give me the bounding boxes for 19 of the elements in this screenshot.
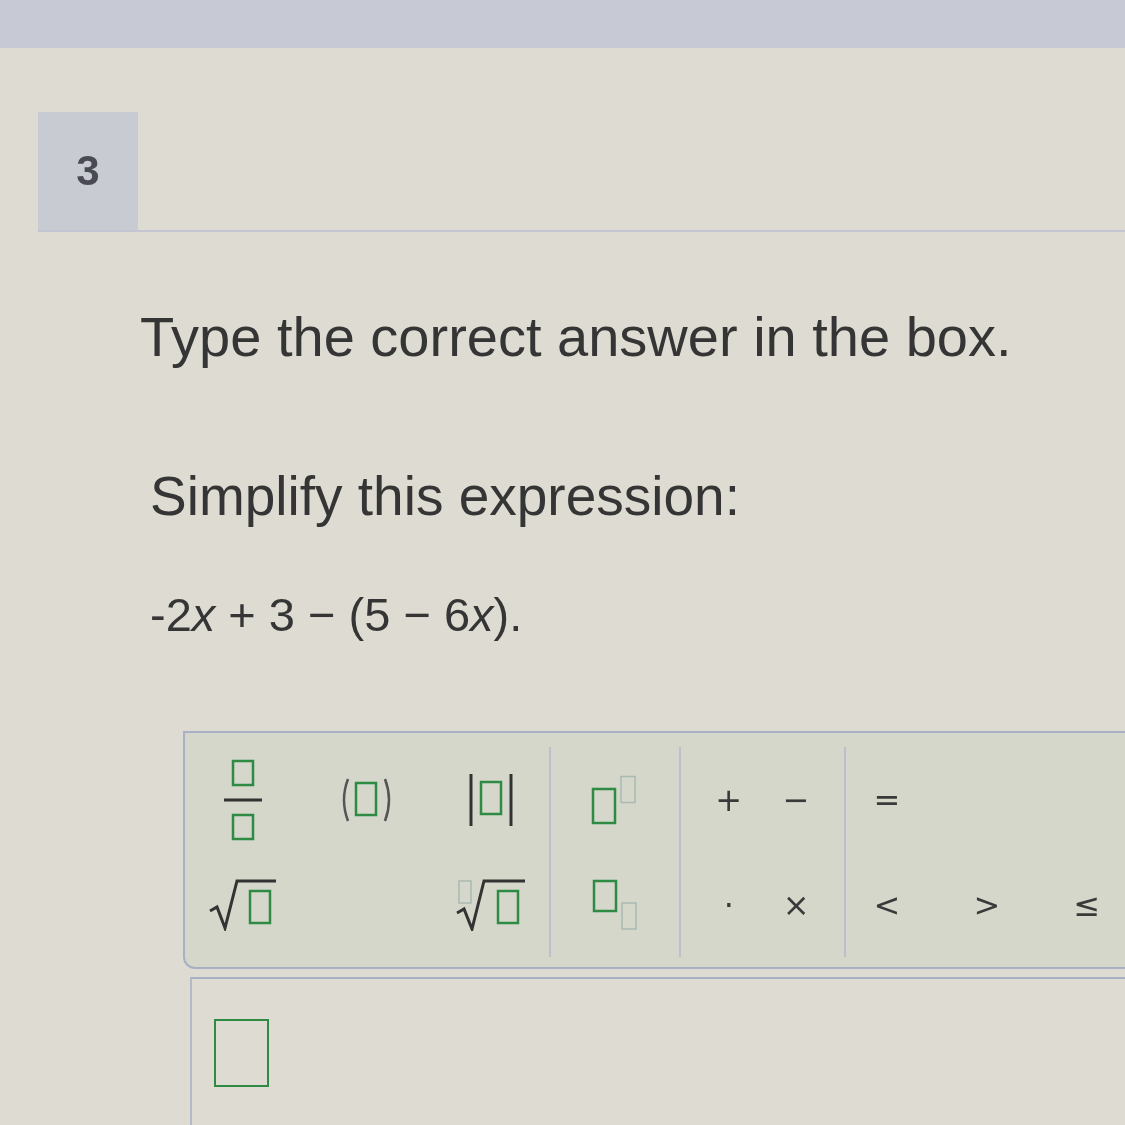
symbol-button[interactable]: + <box>695 771 763 828</box>
symbol-button[interactable]: ≤ <box>1052 876 1122 933</box>
symbol-button[interactable]: × <box>762 876 830 933</box>
subscript-icon <box>592 878 638 931</box>
square-root-icon <box>209 878 277 931</box>
symbol-button[interactable]: = <box>852 771 922 828</box>
nth-root-icon <box>456 878 526 931</box>
superscript-icon <box>591 774 639 825</box>
prompt-text: Simplify this expression: <box>150 464 741 528</box>
absolute-value-icon <box>468 773 514 826</box>
question-number: 3 <box>38 112 138 230</box>
symbol-button[interactable]: > <box>952 876 1022 933</box>
fraction-icon <box>223 758 263 841</box>
symbol-button[interactable]: < <box>852 876 922 933</box>
instruction-text: Type the correct answer in the box. <box>140 304 1013 370</box>
answer-box[interactable] <box>214 1019 269 1087</box>
math-expression: -2x + 3 − (5 − 6x). <box>150 588 524 642</box>
symbol-button[interactable]: − <box>762 771 830 828</box>
symbol-button[interactable]: · <box>695 876 763 933</box>
